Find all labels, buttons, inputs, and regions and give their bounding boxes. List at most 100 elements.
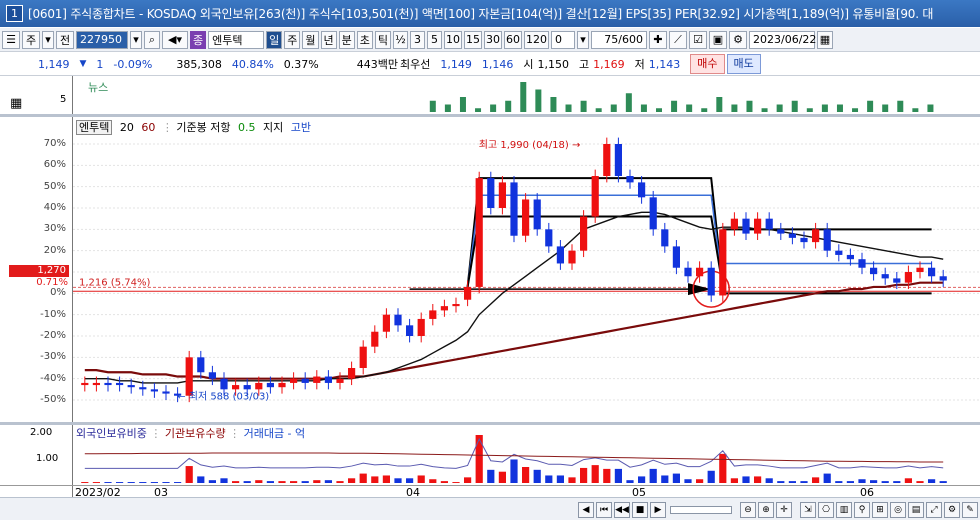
chart-toolbar: ☰ 주 ▾ 전 227950 ▾ ⌕ ◀▾ 종 엔투텍 일 주 월 년 분 초 … <box>0 28 980 52</box>
sub-indicator-chart[interactable] <box>73 425 980 485</box>
candle-body <box>591 176 599 217</box>
news-bar <box>505 100 512 112</box>
candle-body <box>533 199 541 230</box>
grid-icon[interactable]: ▦ <box>10 96 22 111</box>
scroll-left-icon[interactable]: ◀ <box>578 502 594 518</box>
tool-e-icon[interactable]: ⊞ <box>872 502 888 518</box>
range-button[interactable]: 전 <box>56 30 74 49</box>
amount-bar <box>626 480 634 483</box>
interval-15[interactable]: 15 <box>464 30 482 49</box>
view-count-input[interactable]: 75/600 <box>591 30 647 49</box>
tool-g-icon[interactable]: ▤ <box>908 502 924 518</box>
stock-type-select[interactable]: 주 <box>22 30 40 49</box>
amount-bar <box>475 435 483 483</box>
menu-list-icon[interactable]: ☰ <box>2 30 20 49</box>
news-bar <box>671 100 678 112</box>
dropdown-arrow-icon[interactable]: ▾ <box>42 30 54 49</box>
sell-button[interactable]: 매도 <box>726 54 761 74</box>
period-week[interactable]: 주 <box>284 30 301 49</box>
amount-bar <box>417 475 425 483</box>
volume: 385,308 <box>176 57 222 71</box>
date-input[interactable]: 2023/06/22 <box>749 30 816 49</box>
candle-body <box>127 385 135 388</box>
interval-10[interactable]: 10 <box>444 30 462 49</box>
interval-30[interactable]: 30 <box>484 30 502 49</box>
period-day[interactable]: 일 <box>266 30 283 49</box>
stop-icon[interactable]: ■ <box>632 502 648 518</box>
tool-c-icon[interactable]: ▥ <box>836 502 852 518</box>
prev-page-icon[interactable]: ◀◀ <box>614 502 630 518</box>
tool-b-icon[interactable]: ⎔ <box>818 502 834 518</box>
candle-body <box>742 218 750 234</box>
period-second[interactable]: 초 <box>356 30 373 49</box>
amount-bar <box>336 481 344 483</box>
half-button[interactable]: ½ <box>393 30 408 49</box>
check-icon[interactable]: ☑ <box>689 30 707 49</box>
calendar-icon[interactable]: ▦ <box>817 30 833 49</box>
main-chart-panel: 70%60%50%40%30%20%10%0%-10%-20%-30%-40%-… <box>0 117 980 422</box>
amount-bar <box>498 471 506 483</box>
amount-bar <box>556 475 564 483</box>
news-bar <box>490 104 497 112</box>
candle-body <box>371 331 379 347</box>
zoom-out-icon[interactable]: ⊖ <box>740 502 756 518</box>
news-bar <box>475 108 482 112</box>
candle-body <box>684 267 692 277</box>
amount-bar <box>638 476 646 483</box>
count-spinner-icon[interactable]: ▾ <box>577 30 589 49</box>
interval-3[interactable]: 3 <box>410 30 425 49</box>
period-year[interactable]: 년 <box>320 30 337 49</box>
title-bar: 1 [0601] 주식종합차트 - KOSDAQ 외국인보유[263(천)] 주… <box>0 0 980 27</box>
interval-60[interactable]: 60 <box>504 30 522 49</box>
tool-f-icon[interactable]: ◎ <box>890 502 906 518</box>
amount-bar <box>580 467 588 483</box>
speaker-icon[interactable]: ◀▾ <box>162 30 188 49</box>
first-page-icon[interactable]: ⏮ <box>596 502 612 518</box>
gear-icon[interactable]: ⚙ <box>729 30 747 49</box>
open-price: 1,150 <box>537 57 570 71</box>
candle-body <box>614 144 622 176</box>
amount-bar <box>127 482 135 483</box>
interval-5[interactable]: 5 <box>427 30 442 49</box>
high-price: 1,169 <box>593 57 625 71</box>
buy-button[interactable]: 매수 <box>690 54 725 74</box>
stock-code-input[interactable]: 227950 <box>76 30 128 49</box>
candle-body <box>893 278 901 283</box>
tool-i-icon[interactable]: ⚙ <box>944 502 960 518</box>
amount-bar <box>313 480 321 483</box>
open-label: 시 <box>523 58 534 71</box>
amount-bar <box>406 478 414 483</box>
code-dropdown-icon[interactable]: ▾ <box>130 30 142 49</box>
amount-bar <box>232 481 240 483</box>
candlestick-chart[interactable]: 1,216 (5.74%) 최고 1,990 (04/18) → ← 최저 588 … <box>73 117 980 422</box>
candle-body <box>197 357 205 373</box>
next-page-icon[interactable]: ▶ <box>650 502 666 518</box>
period-tick[interactable]: 틱 <box>374 30 391 49</box>
count-input[interactable]: 0 <box>551 30 575 49</box>
candle-body <box>417 318 425 336</box>
tool-d-icon[interactable]: ⚲ <box>854 502 870 518</box>
amount-bar <box>208 480 216 483</box>
save-icon[interactable]: ▣ <box>709 30 727 49</box>
interval-120[interactable]: 120 <box>524 30 549 49</box>
period-minute[interactable]: 분 <box>338 30 355 49</box>
zoom-in-icon[interactable]: ⊕ <box>758 502 774 518</box>
period-month[interactable]: 월 <box>302 30 319 49</box>
tool-j-icon[interactable]: ✎ <box>962 502 978 518</box>
crosshair-toggle-icon[interactable]: ✛ <box>776 502 792 518</box>
tool-a-icon[interactable]: ⇲ <box>800 502 816 518</box>
candle-body <box>510 182 518 236</box>
search-icon[interactable]: ⌕ <box>144 30 160 49</box>
candle-body <box>324 376 332 383</box>
quote-bar: 1,149 ▼ 1 -0.09% 385,308 40.84% 0.37% 44… <box>0 53 980 76</box>
window-title: [0601] 주식종합차트 - KOSDAQ 외국인보유[263(천)] 주식수… <box>28 7 934 21</box>
draw-tool-icon[interactable]: ⟋ <box>669 30 687 49</box>
amount-bar <box>359 473 367 483</box>
amount-bar <box>684 479 692 483</box>
chart-scrollbar[interactable] <box>670 506 732 514</box>
crosshair-icon[interactable]: ✚ <box>649 30 667 49</box>
amount-bar <box>870 480 878 483</box>
reference-line-label: 1,216 (5.74%) <box>79 277 150 288</box>
amount-bar <box>545 475 553 483</box>
tool-h-icon[interactable]: ⤢ <box>926 502 942 518</box>
